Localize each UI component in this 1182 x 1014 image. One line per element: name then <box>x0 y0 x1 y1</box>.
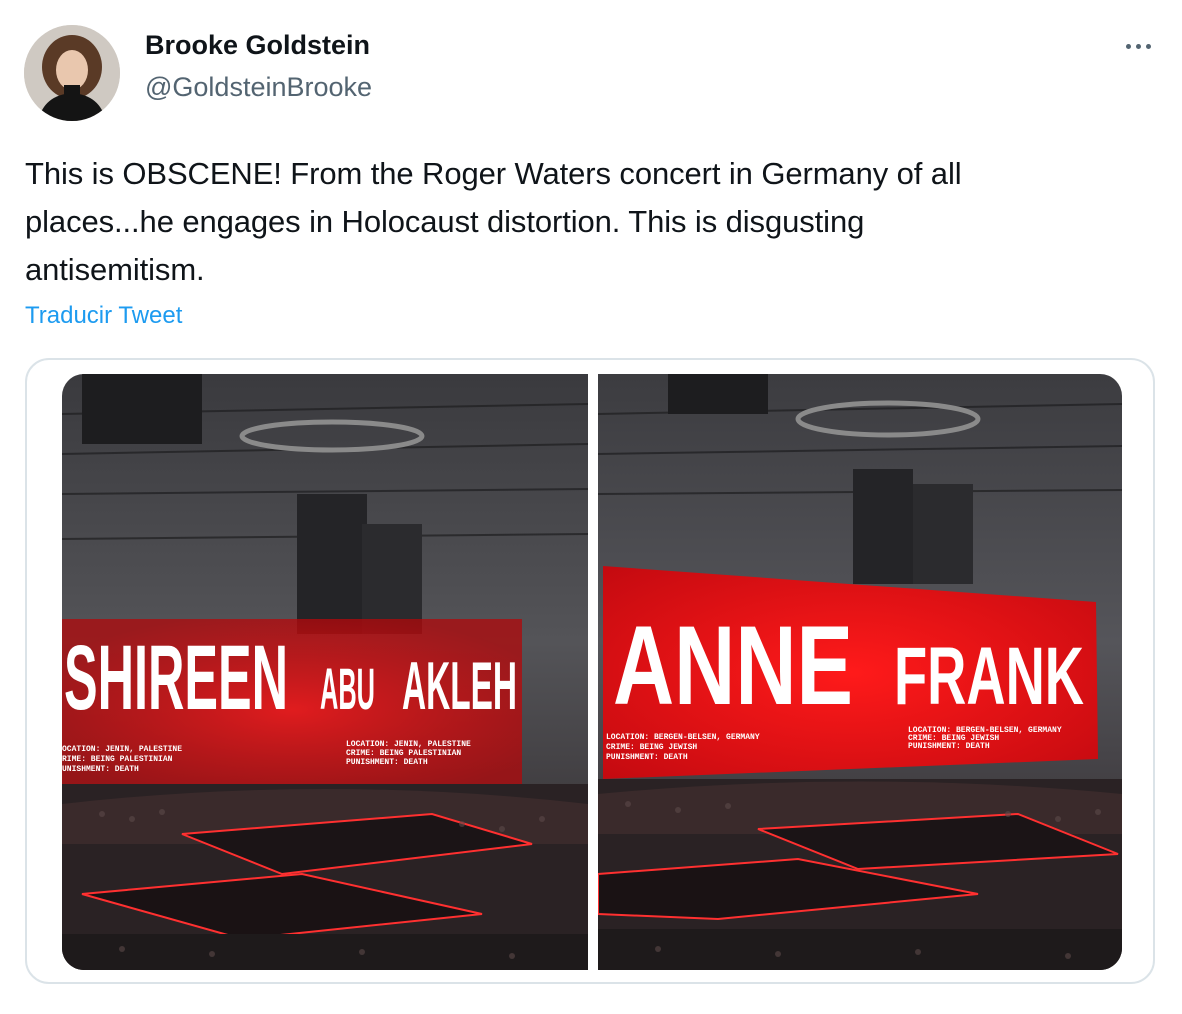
screen-caption: RIME: BEING PALESTINIAN <box>62 755 173 764</box>
concert-photo-left: SHIREEN ABU AKLEH OCATION: JENIN, PALEST… <box>62 374 588 970</box>
concert-photo-right: ANNE FRANK LOCATION: BERGEN-BELSEN, GERM… <box>598 374 1122 970</box>
screen-caption: PUNISHMENT: DEATH <box>908 742 990 751</box>
screen-caption: CRIME: BEING PALESTINIAN <box>346 749 461 758</box>
translate-tweet-link[interactable]: Traducir Tweet <box>25 302 182 330</box>
screen-headline: AKLEH <box>402 648 517 724</box>
photo-right[interactable]: ANNE FRANK LOCATION: BERGEN-BELSEN, GERM… <box>598 374 1122 970</box>
screen-caption: PUNISHMENT: DEATH <box>606 753 688 762</box>
more-dot <box>1145 43 1151 49</box>
screen-headline: SHIREEN <box>64 627 288 729</box>
more-dot <box>1125 43 1131 49</box>
more-dot <box>1135 43 1141 49</box>
tweet-text-line: places...he engages in Holocaust distort… <box>25 204 865 239</box>
author-handle[interactable]: @GoldsteinBrooke <box>145 72 372 103</box>
screen-headline: FRANK <box>894 631 1084 722</box>
screen-caption: PUNISHMENT: DEATH <box>346 758 428 767</box>
screen-caption: UNISHMENT: DEATH <box>62 765 139 774</box>
author-name[interactable]: Brooke Goldstein <box>145 30 370 61</box>
screen-headline: ABU <box>320 657 375 722</box>
tweet-text-line: antisemitism. <box>25 252 205 287</box>
screen-headline: ANNE <box>613 603 853 728</box>
photo-left[interactable]: SHIREEN ABU AKLEH OCATION: JENIN, PALEST… <box>62 374 588 970</box>
tweet-text-line: This is OBSCENE! From the Roger Waters c… <box>25 156 962 191</box>
screen-caption: OCATION: JENIN, PALESTINE <box>62 745 182 754</box>
media-container: SHIREEN ABU AKLEH OCATION: JENIN, PALEST… <box>25 358 1155 984</box>
screen-caption: LOCATION: JENIN, PALESTINE <box>346 740 471 749</box>
avatar[interactable] <box>24 25 120 121</box>
screen-caption: CRIME: BEING JEWISH <box>606 743 697 752</box>
tweet-text: This is OBSCENE! From the Roger Waters c… <box>25 150 1145 294</box>
more-options-icon[interactable] <box>1120 34 1156 58</box>
avatar-image <box>24 25 120 121</box>
screen-caption: LOCATION: BERGEN-BELSEN, GERMANY <box>606 733 760 742</box>
